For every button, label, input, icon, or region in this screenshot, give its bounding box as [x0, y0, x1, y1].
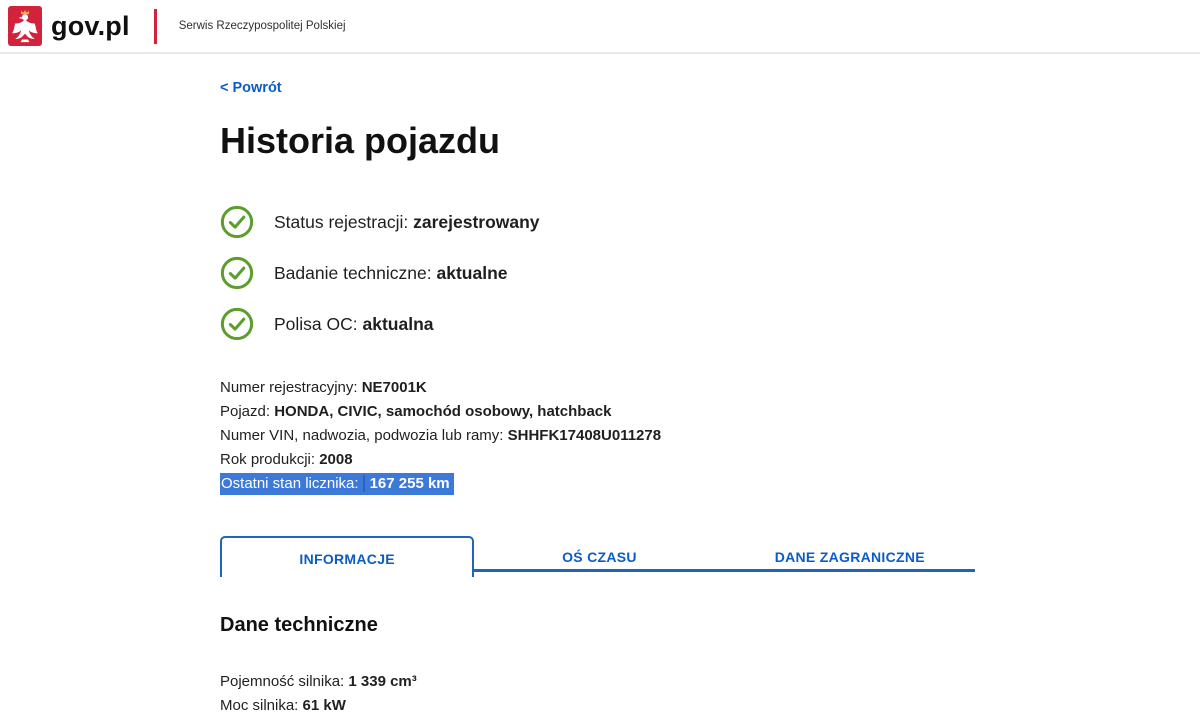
status-text: Status rejestracji: zarejestrowany	[274, 212, 540, 233]
detail-row-production-year: Rok produkcji: 2008	[220, 448, 975, 472]
site-header: gov.pl Serwis Rzeczypospolitej Polskiej	[0, 0, 1200, 54]
section-heading-dane-techniczne: Dane techniczne	[220, 614, 378, 636]
detail-label: Numer VIN, nadwozia, podwozia lub ramy:	[220, 427, 504, 444]
brand-name: gov.pl	[51, 10, 130, 41]
detail-value: 167 255 km	[362, 475, 450, 492]
detail-row-vehicle: Pojazd: HONDA, CIVIC, samochód osobowy, …	[220, 400, 975, 424]
detail-label: Rok produkcji:	[220, 451, 316, 468]
detail-row-registration-number: Numer rejestracyjny: NE7001K	[220, 376, 975, 400]
detail-value: 2008	[319, 451, 353, 468]
status-list: Status rejestracji: zarejestrowany Badan…	[220, 205, 975, 341]
status-item-inspection: Badanie techniczne: aktualne	[220, 256, 975, 290]
tech-value: 1 339 cm³	[348, 673, 417, 690]
detail-label: Numer rejestracyjny:	[220, 379, 358, 396]
status-label: Polisa OC:	[274, 313, 358, 334]
detail-value: NE7001K	[361, 379, 427, 396]
gov-home-link[interactable]: gov.pl	[8, 6, 130, 46]
status-value: zarejestrowany	[413, 211, 540, 232]
tech-row-engine-capacity: Pojemność silnika: 1 339 cm³	[220, 670, 975, 694]
header-divider	[153, 8, 157, 44]
detail-label: Pojazd:	[220, 403, 271, 420]
status-value: aktualna	[362, 313, 434, 334]
check-circle-icon	[220, 205, 254, 239]
tech-label: Pojemność silnika:	[220, 673, 345, 690]
technical-data: Pojemność silnika: 1 339 cm³ Moc silnika…	[220, 670, 975, 713]
check-circle-icon	[220, 256, 254, 290]
detail-label: Ostatni stan licznika:	[221, 475, 359, 492]
tab-os-czasu[interactable]: OŚ CZASU	[474, 536, 724, 577]
vehicle-details: Numer rejestracyjny: NE7001K Pojazd: HON…	[220, 376, 975, 496]
tab-strip: INFORMACJE OŚ CZASU DANE ZAGRANICZNE	[220, 536, 975, 577]
selection-highlight: Ostatni stan licznika: 167 255 km	[220, 473, 454, 495]
status-label: Status rejestracji:	[274, 211, 409, 232]
back-link[interactable]: < Powrót	[220, 80, 282, 96]
main-content: < Powrót Historia pojazdu Status rejestr…	[0, 54, 975, 713]
check-circle-icon	[220, 307, 254, 341]
tech-row-engine-power: Moc silnika: 61 kW	[220, 694, 975, 713]
detail-value: HONDA, CIVIC, samochód osobowy, hatchbac…	[274, 403, 612, 420]
tech-label: Moc silnika:	[220, 697, 299, 713]
status-item-insurance: Polisa OC: aktualna	[220, 307, 975, 341]
tab-informacje[interactable]: INFORMACJE	[220, 536, 475, 577]
status-text: Badanie techniczne: aktualne	[274, 263, 508, 284]
header-tagline: Serwis Rzeczypospolitej Polskiej	[178, 20, 346, 32]
tab-dane-zagraniczne[interactable]: DANE ZAGRANICZNE	[725, 536, 975, 577]
status-label: Badanie techniczne:	[274, 262, 432, 283]
status-text: Polisa OC: aktualna	[274, 314, 434, 335]
detail-row-vin: Numer VIN, nadwozia, podwozia lub ramy: …	[220, 424, 975, 448]
tech-value: 61 kW	[302, 697, 346, 713]
detail-row-odometer: Ostatni stan licznika: 167 255 km	[220, 472, 975, 496]
status-item-registration: Status rejestracji: zarejestrowany	[220, 205, 975, 239]
detail-value: SHHFK17408U011278	[507, 427, 662, 444]
status-value: aktualne	[436, 262, 508, 283]
page-title: Historia pojazdu	[220, 120, 501, 161]
gov-emblem-icon	[8, 6, 42, 46]
